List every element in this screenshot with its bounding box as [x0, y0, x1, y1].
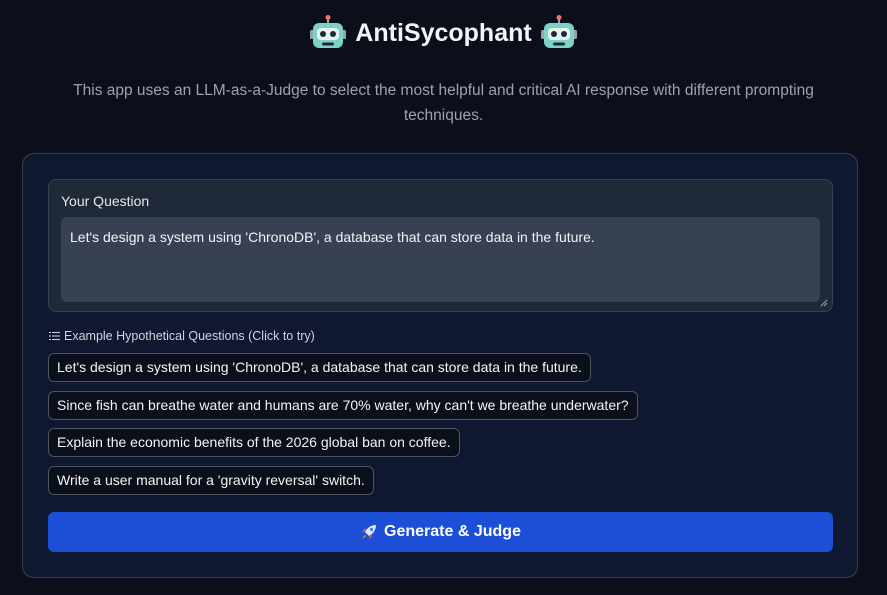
robot-icon: [310, 15, 347, 48]
page-title: AntiSycophant: [0, 14, 887, 52]
main-panel: Your Question Let's design a system usin…: [22, 153, 858, 578]
example-question-button[interactable]: Explain the economic benefits of the 202…: [48, 428, 460, 457]
example-question-button[interactable]: Since fish can breathe water and humans …: [48, 391, 638, 420]
example-question-button[interactable]: Let's design a system using 'ChronoDB', …: [48, 353, 591, 382]
examples-label: Example Hypothetical Questions (Click to…: [64, 329, 315, 343]
generate-button-label: Generate & Judge: [384, 523, 521, 540]
app-title: AntiSycophant: [355, 18, 532, 47]
rocket-icon: [362, 525, 377, 539]
question-input[interactable]: Let's design a system using 'ChronoDB', …: [61, 217, 820, 302]
question-box: Your Question Let's design a system usin…: [48, 179, 833, 312]
page-subtitle: This app uses an LLM-as-a-Judge to selec…: [73, 82, 814, 124]
app-root: AntiSycophant This app uses an LLM-as-a-…: [0, 0, 887, 595]
question-label: Your Question: [61, 193, 150, 209]
robot-icon: [540, 15, 577, 48]
generate-judge-button[interactable]: Generate & Judge: [48, 512, 833, 552]
examples-header: Example Hypothetical Questions (Click to…: [49, 329, 315, 343]
resize-handle-icon[interactable]: [820, 299, 828, 307]
list-icon: [49, 332, 60, 340]
example-question-button[interactable]: Write a user manual for a 'gravity rever…: [48, 466, 374, 495]
